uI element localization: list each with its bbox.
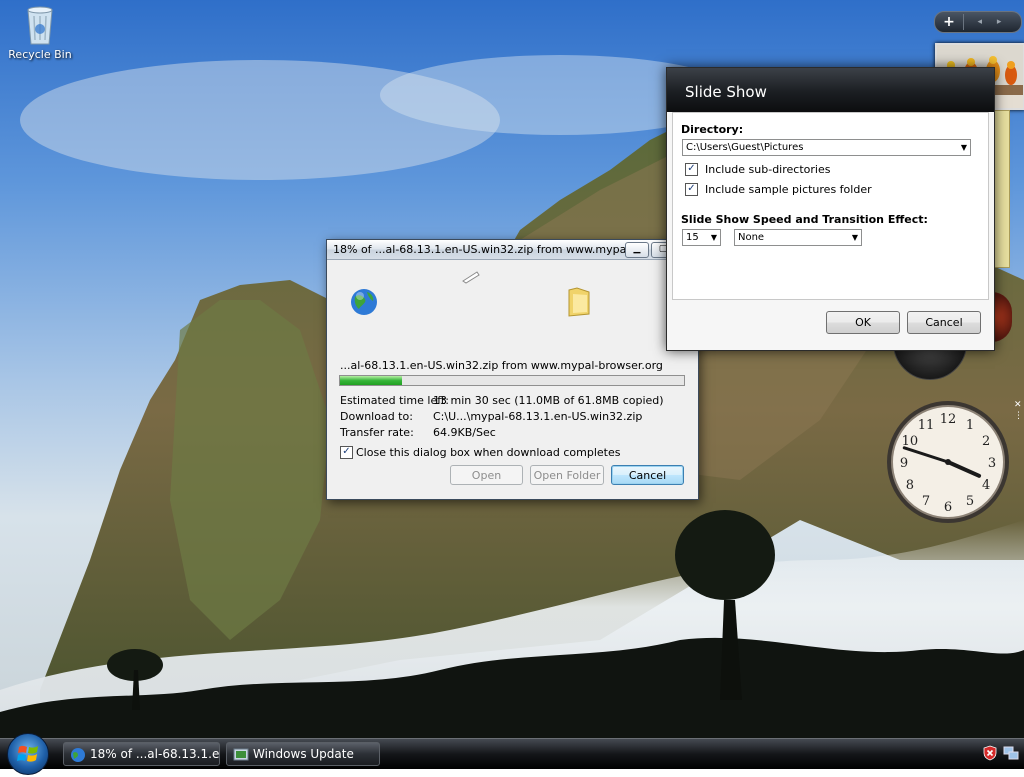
- slideshow-settings-title: Slide Show: [685, 83, 767, 101]
- transition-select[interactable]: None ▼: [734, 229, 862, 246]
- cancel-download-button[interactable]: Cancel: [611, 465, 684, 485]
- clock-number: 12: [940, 412, 957, 427]
- estimated-time-value: 13 min 30 sec (11.0MB of 61.8MB copied): [433, 394, 664, 407]
- clock-number: 6: [944, 500, 952, 515]
- open-folder-button[interactable]: Open Folder: [530, 465, 604, 485]
- cancel-settings-button[interactable]: Cancel: [907, 311, 981, 334]
- slideshow-settings-body: Directory: C:\Users\Guest\Pictures ▼ ✓ I…: [672, 112, 989, 300]
- windows-logo-icon: [17, 745, 38, 762]
- download-dialog: 18% of ...al-68.13.1.en-US.win32.zip fro…: [326, 239, 699, 500]
- include-subdirs-label: Include sub-directories: [705, 163, 831, 176]
- speed-value: 15: [686, 232, 699, 243]
- directory-select[interactable]: C:\Users\Guest\Pictures ▼: [682, 139, 971, 156]
- download-dialog-titlebar[interactable]: 18% of ...al-68.13.1.en-US.win32.zip fro…: [327, 240, 698, 260]
- download-progress-bar: [339, 375, 685, 386]
- close-when-done-label: Close this dialog box when download comp…: [356, 446, 621, 459]
- ok-button[interactable]: OK: [826, 311, 900, 334]
- include-samples-checkbox[interactable]: ✓: [685, 183, 698, 196]
- download-globe-icon: [71, 747, 85, 762]
- folder-icon: [568, 287, 590, 317]
- clock-number: 11: [918, 418, 935, 433]
- download-dialog-title: 18% of ...al-68.13.1.en-US.win32.zip fro…: [333, 243, 640, 256]
- recycle-bin-icon: [27, 6, 53, 45]
- clock-number: 1: [966, 418, 974, 433]
- taskbar: 18% of ...al-68.13.1.e... Windows Update: [0, 733, 1024, 775]
- clock-number: 3: [988, 456, 996, 471]
- clock-number: 5: [966, 494, 974, 509]
- notes-gadget-edge[interactable]: [994, 110, 1010, 268]
- transfer-rate-label: Transfer rate:: [340, 426, 414, 439]
- include-samples-label: Include sample pictures folder: [705, 183, 872, 196]
- open-button[interactable]: Open: [450, 465, 523, 485]
- chevron-down-icon: ▼: [710, 233, 717, 242]
- flying-paper-icon: [462, 271, 480, 284]
- gadget-close-icon[interactable]: ✕ ⋮: [1014, 400, 1023, 422]
- clock-number: 2: [982, 434, 990, 449]
- include-subdirs-checkbox[interactable]: ✓: [685, 163, 698, 176]
- clock-number: 7: [922, 494, 930, 509]
- clock-number: 8: [906, 478, 914, 493]
- slideshow-settings-dialog: Slide Show Directory: C:\Users\Guest\Pic…: [666, 67, 995, 351]
- gadget-page-arrows[interactable]: ◂ ▸: [964, 17, 1021, 27]
- start-button[interactable]: [7, 733, 49, 775]
- clock-gadget[interactable]: 12 1234567891011: [884, 398, 1012, 526]
- speed-select[interactable]: 15 ▼: [682, 229, 721, 246]
- chevron-down-icon: ▼: [851, 233, 858, 242]
- download-progress-fill: [340, 376, 402, 385]
- transition-value: None: [738, 232, 765, 243]
- recycle-bin-label: Recycle Bin: [8, 48, 72, 61]
- directory-label: Directory:: [681, 123, 744, 136]
- download-to-value: C:\U...\mypal-68.13.1.en-US.win32.zip: [433, 410, 643, 423]
- clock-number: 9: [900, 456, 908, 471]
- taskbar-item-windows-update-label: Windows Update: [253, 747, 354, 761]
- globe-icon: [351, 289, 377, 315]
- taskbar-item-download[interactable]: 18% of ...al-68.13.1.e...: [63, 742, 220, 766]
- taskbar-item-download-label: 18% of ...al-68.13.1.e...: [90, 747, 220, 761]
- recycle-bin[interactable]: Recycle Bin: [4, 2, 76, 61]
- security-alert-icon[interactable]: [982, 745, 998, 761]
- transfer-rate-value: 64.9KB/Sec: [433, 426, 496, 439]
- download-source: ...al-68.13.1.en-US.win32.zip from www.m…: [340, 359, 663, 372]
- close-when-done-checkbox[interactable]: ✓: [340, 446, 353, 459]
- taskbar-item-windows-update[interactable]: Windows Update: [226, 742, 380, 766]
- chevron-down-icon: ▼: [960, 143, 967, 152]
- windows-update-icon: [233, 748, 249, 760]
- clock-number: 4: [982, 478, 990, 493]
- slideshow-settings-header: Slide Show: [667, 68, 994, 112]
- download-dialog-body: ...al-68.13.1.en-US.win32.zip from www.m…: [327, 260, 698, 499]
- download-to-label: Download to:: [340, 410, 413, 423]
- network-icon[interactable]: [1003, 745, 1019, 761]
- add-gadget-button[interactable]: +: [935, 14, 964, 30]
- speed-section-label: Slide Show Speed and Transition Effect:: [681, 213, 928, 226]
- sidebar-controls: + ◂ ▸: [934, 11, 1022, 33]
- directory-value: C:\Users\Guest\Pictures: [686, 142, 804, 153]
- minimize-button[interactable]: ▁: [625, 242, 649, 258]
